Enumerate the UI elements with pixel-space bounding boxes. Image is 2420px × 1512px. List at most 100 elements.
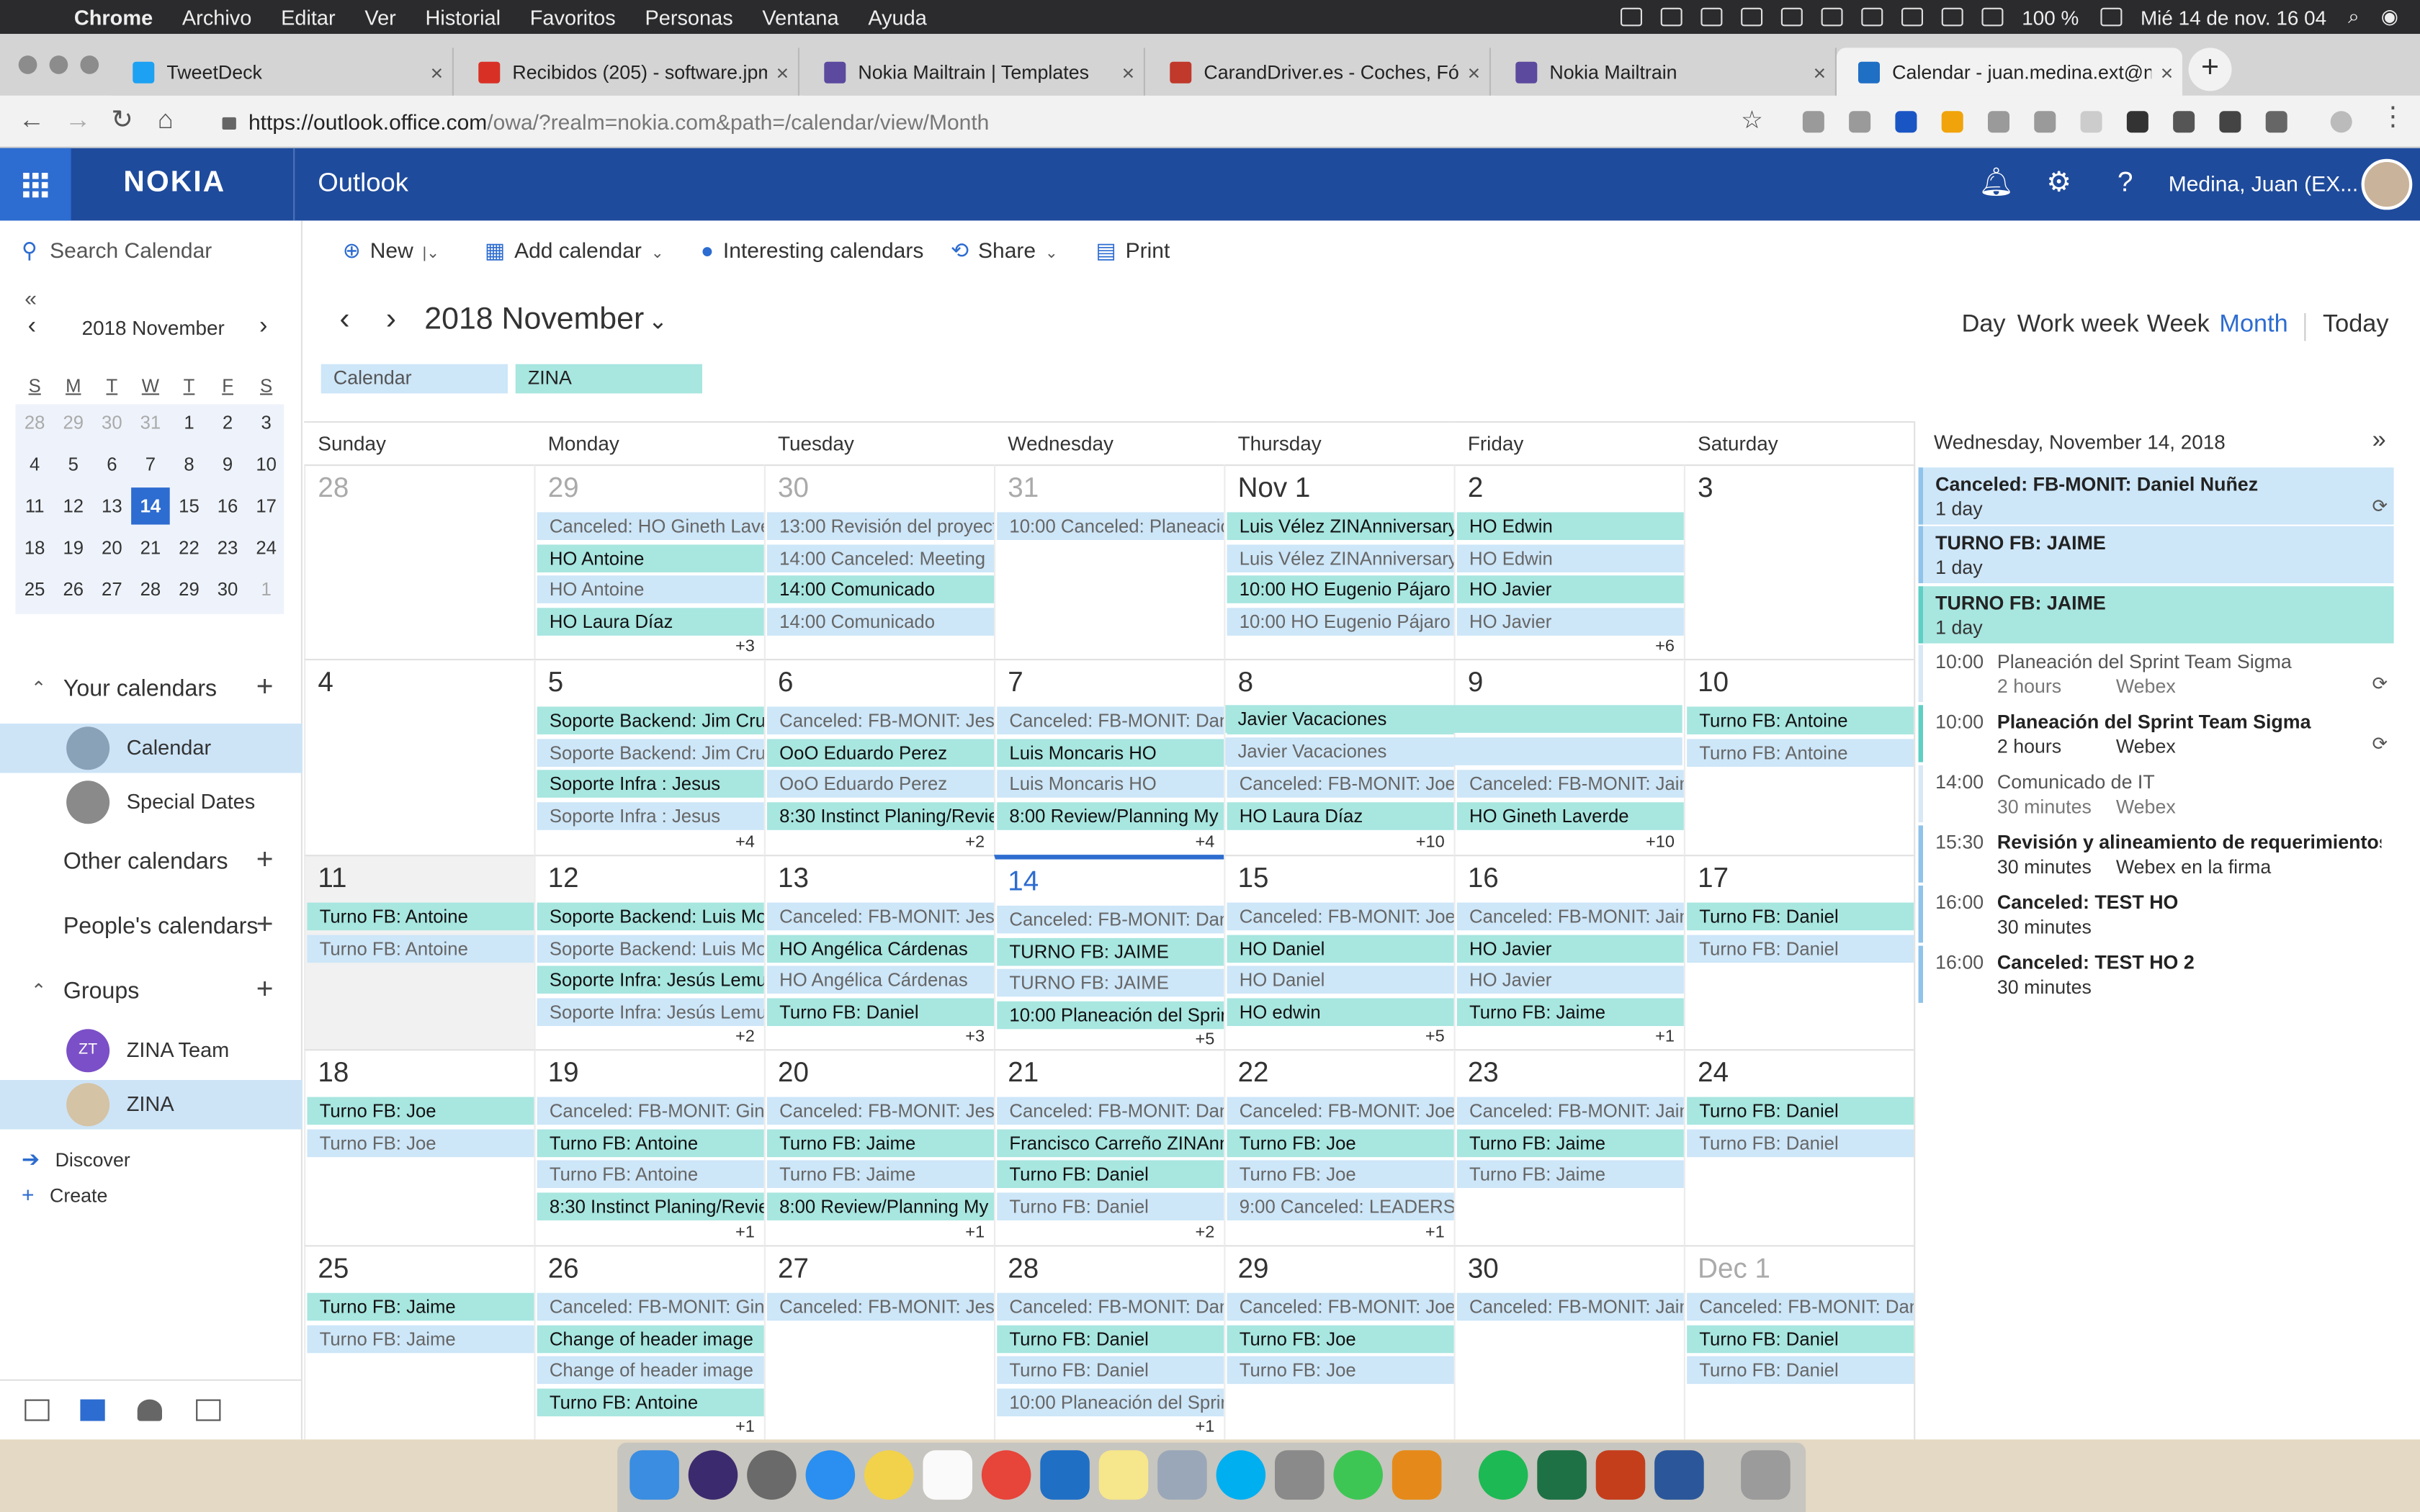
calendar-event[interactable]: Turno FB: Antoine bbox=[1687, 706, 1914, 734]
calendar-event[interactable]: Canceled: FB-MONIT: Jesús bbox=[767, 1292, 994, 1321]
day-cell[interactable]: 12 Soporte Backend: Luis Moncaris Soporte … bbox=[534, 855, 764, 1050]
calendar-event[interactable]: Soporte Backend: Luis Moncaris bbox=[537, 902, 764, 931]
day-number[interactable]: 30 bbox=[1468, 1253, 1499, 1285]
tray-icon[interactable] bbox=[1660, 7, 1682, 27]
day-number[interactable]: 20 bbox=[778, 1057, 809, 1089]
calendar-event[interactable]: Turno FB: Antoine bbox=[307, 934, 534, 963]
calendar-event[interactable]: Turno FB: Jaime bbox=[767, 1160, 994, 1188]
day-cell[interactable]: 10 Turno FB: Antoine Turno FB: Antoine bbox=[1683, 659, 1914, 855]
create-link[interactable]: + Create bbox=[22, 1182, 107, 1206]
calendar-event[interactable]: Canceled: FB-MONIT: Joe bbox=[1227, 770, 1454, 798]
day-number[interactable]: 4 bbox=[318, 667, 333, 699]
window-close-button[interactable] bbox=[18, 55, 37, 74]
profile-icon[interactable] bbox=[2330, 111, 2352, 133]
more-events-link[interactable]: +2 bbox=[735, 1027, 755, 1046]
mini-day[interactable]: 16 bbox=[208, 487, 247, 524]
mini-day[interactable]: 6 bbox=[93, 446, 132, 482]
day-cell[interactable]: 7 Canceled: FB-MONIT: Daniel Luis Moncaris… bbox=[994, 659, 1224, 855]
calendar-event[interactable]: Canceled: FB-MONIT: Gineth bbox=[537, 1097, 764, 1125]
day-number[interactable]: 23 bbox=[1468, 1057, 1499, 1089]
chevron-down-icon[interactable]: ⌄ bbox=[648, 307, 668, 335]
more-events-link[interactable]: +2 bbox=[965, 833, 985, 852]
user-name[interactable]: Medina, Juan (EX... bbox=[2169, 171, 2358, 196]
mini-day[interactable]: 9 bbox=[208, 446, 247, 482]
extension-icon[interactable] bbox=[2265, 111, 2287, 133]
day-cell[interactable]: 22 Canceled: FB-MONIT: Joe Turno FB: Joe Tu… bbox=[1224, 1049, 1454, 1246]
menu-personas[interactable]: Personas bbox=[645, 6, 732, 29]
mini-day[interactable]: 25 bbox=[15, 571, 54, 608]
view-day[interactable]: Day bbox=[1962, 312, 2006, 340]
day-cell[interactable]: 4 bbox=[304, 659, 534, 855]
mini-day[interactable]: 1 bbox=[170, 404, 209, 441]
tray-icon[interactable] bbox=[1941, 7, 1963, 27]
tab-close-icon[interactable]: × bbox=[2151, 60, 2182, 84]
mini-day[interactable]: 29 bbox=[54, 404, 93, 441]
day-number[interactable]: Nov 1 bbox=[1238, 472, 1311, 505]
calendar-event[interactable]: Canceled: FB-MONIT: Daniel bbox=[997, 905, 1224, 934]
view-today[interactable]: Today bbox=[2323, 312, 2389, 340]
calendar-event[interactable]: 8:00 Review/Planning My bbox=[767, 1192, 994, 1220]
group-item-zina[interactable]: ZINA bbox=[0, 1080, 302, 1130]
calendar-event[interactable]: Soporte Infra: Jesús Lemus bbox=[537, 997, 764, 1025]
extension-icon[interactable] bbox=[1802, 111, 1824, 133]
day-cell[interactable]: 27 Canceled: FB-MONIT: Jesús bbox=[763, 1245, 994, 1440]
tab-close-icon[interactable]: × bbox=[421, 60, 452, 84]
agenda-item[interactable]: 14:00 Comunicado de IT 30 minutes Webex bbox=[1918, 765, 2394, 823]
day-number[interactable]: 14 bbox=[1008, 865, 1039, 898]
tray-icon[interactable] bbox=[1901, 7, 1924, 27]
mini-day[interactable]: 27 bbox=[93, 571, 132, 608]
calendar-event-multiday[interactable]: Javier Vacaciones bbox=[1225, 737, 1682, 765]
calendar-event[interactable]: Canceled: FB-MONIT: Daniel bbox=[997, 1292, 1224, 1321]
bookmark-star-icon[interactable]: ☆ bbox=[1741, 105, 1763, 136]
mini-day[interactable]: 21 bbox=[131, 529, 170, 566]
calendar-event[interactable]: Soporte Backend: Jim Cruz bbox=[537, 706, 764, 734]
more-events-link[interactable]: +10 bbox=[1646, 833, 1675, 852]
calendar-icon[interactable] bbox=[80, 1399, 105, 1421]
calendar-event[interactable]: 14:00 Comunicado bbox=[767, 575, 994, 603]
day-cell[interactable]: 25 Turno FB: Jaime Turno FB: Jaime bbox=[304, 1245, 534, 1440]
day-cell[interactable]: 29 Canceled: FB-MONIT: Joe Turno FB: Joe Tu… bbox=[1224, 1245, 1454, 1440]
calendar-event[interactable]: Soporte Infra : Jesus bbox=[537, 770, 764, 798]
calendar-app-icon[interactable] bbox=[923, 1450, 972, 1500]
day-number[interactable]: 17 bbox=[1698, 863, 1729, 895]
tray-icon[interactable] bbox=[1621, 7, 1643, 27]
day-cell[interactable]: 17 Turno FB: Daniel Turno FB: Daniel bbox=[1683, 855, 1914, 1050]
calendar-event[interactable]: Change of header image bbox=[537, 1324, 764, 1353]
tray-icon[interactable] bbox=[1821, 7, 1843, 27]
launchpad-icon[interactable] bbox=[747, 1450, 797, 1500]
tab-close-icon[interactable]: × bbox=[1804, 60, 1835, 84]
day-number[interactable]: 22 bbox=[1238, 1057, 1269, 1089]
agenda-item[interactable]: 16:00 Canceled: TEST HO 2 30 minutes bbox=[1918, 945, 2394, 1003]
sublime-icon[interactable] bbox=[1392, 1450, 1442, 1500]
agenda-item[interactable]: 10:00 Planeación del Sprint Team Sigma 2 h… bbox=[1918, 644, 2394, 702]
spotify-icon[interactable] bbox=[1478, 1450, 1528, 1500]
browser-tab[interactable]: Calendar - juan.medina.ext@no × bbox=[1837, 48, 2182, 96]
mini-day[interactable]: 26 bbox=[54, 571, 93, 608]
extension-icon[interactable] bbox=[1941, 111, 1963, 133]
mini-day[interactable]: 19 bbox=[54, 529, 93, 566]
day-cell[interactable]: 20 Canceled: FB-MONIT: Jesús Turno FB: Jai… bbox=[763, 1049, 994, 1246]
calendar-event[interactable]: Turno FB: Daniel bbox=[1687, 902, 1914, 931]
calendar-event[interactable]: HO Daniel bbox=[1227, 934, 1454, 963]
day-cell[interactable]: Nov 1 Luis Vélez ZINAnniversary Luis Vélez… bbox=[1224, 464, 1454, 659]
mini-day[interactable]: 5 bbox=[54, 446, 93, 482]
day-number[interactable]: 25 bbox=[318, 1253, 349, 1285]
calendar-event[interactable]: Turno FB: Joe bbox=[307, 1128, 534, 1157]
calendar-event[interactable]: Turno FB: Daniel bbox=[1687, 934, 1914, 963]
browser-tab[interactable]: Nokia Mailtrain × bbox=[1494, 48, 1837, 96]
calendar-event[interactable]: Francisco Carreño ZINAnniversary bbox=[997, 1128, 1224, 1157]
calendar-event[interactable]: Soporte Infra : Jesus bbox=[537, 801, 764, 829]
add-icon[interactable]: + bbox=[256, 844, 274, 878]
calendar-event[interactable]: 8:00 Review/Planning My bbox=[997, 801, 1224, 829]
calendar-event[interactable]: HO Antoine bbox=[537, 575, 764, 603]
mini-prev-month-icon[interactable]: ‹ bbox=[28, 313, 36, 341]
calendar-event[interactable]: Turno FB: Daniel bbox=[997, 1324, 1224, 1353]
calendar-event[interactable]: Luis Moncaris HO bbox=[997, 770, 1224, 798]
calendar-event[interactable]: Turno FB: Daniel bbox=[767, 997, 994, 1025]
new-tab-button[interactable]: + bbox=[2188, 48, 2232, 91]
calendar-event[interactable]: HO Edwin bbox=[1456, 512, 1684, 540]
calendar-item-calendar[interactable]: Calendar bbox=[0, 723, 302, 773]
browser-tab[interactable]: CarandDriver.es - Coches, Fórm × bbox=[1148, 48, 1491, 96]
extension-icon[interactable] bbox=[2173, 111, 2195, 133]
calendar-event[interactable]: HO Javier bbox=[1456, 934, 1684, 963]
